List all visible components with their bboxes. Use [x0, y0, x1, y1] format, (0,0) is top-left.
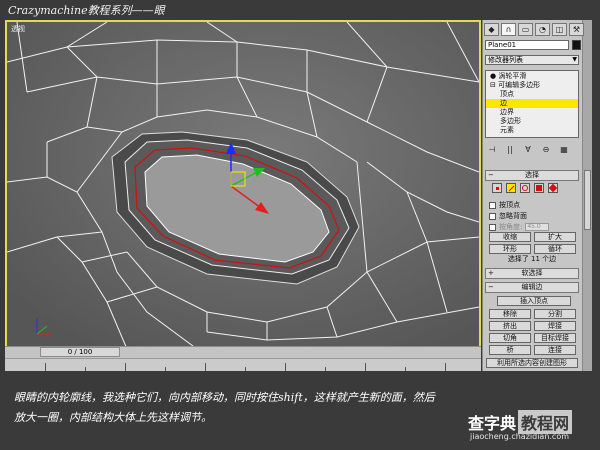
element-mode-icon[interactable]: [548, 183, 558, 193]
soft-selection-rollout-header[interactable]: + 软选择: [485, 268, 579, 279]
modify-tab-icon[interactable]: ∩: [501, 23, 516, 36]
pin-stack-icon[interactable]: ⊣: [486, 144, 498, 155]
panel-scrollbar[interactable]: [582, 20, 592, 371]
site-watermark: 查字典 教程网 jiaocheng.chazidian.com: [468, 410, 598, 448]
remove-modifier-icon[interactable]: ⊖: [540, 144, 552, 155]
ignore-backfacing-option[interactable]: 忽略背面: [489, 211, 527, 221]
polygon-mode-icon[interactable]: [534, 183, 544, 193]
watermark-logo: 查字典 教程网: [468, 410, 573, 434]
viewport-label: 透视: [11, 25, 25, 33]
object-name-field[interactable]: Plane01: [485, 40, 569, 50]
subobject-icons: [492, 183, 558, 193]
tutorial-title: Crazymachine教程系列——眼: [8, 4, 165, 17]
remove-button[interactable]: 移除: [489, 309, 531, 319]
loop-button[interactable]: 循环: [534, 244, 576, 254]
grow-button[interactable]: 扩大: [534, 232, 576, 242]
edge-mode-icon[interactable]: [506, 183, 516, 193]
object-color-swatch[interactable]: [572, 40, 581, 50]
stack-item-element[interactable]: 元素: [486, 126, 578, 135]
collapse-icon: −: [488, 283, 494, 291]
modifier-list-dropdown[interactable]: 修改器列表 ▼: [485, 55, 579, 65]
chamfer-button[interactable]: 切角: [489, 333, 531, 343]
stack-item-edge[interactable]: 边: [486, 99, 578, 108]
caption-line-1: 眼睛的内轮廓线，我选种它们，向内部移动，同时按住shift，这样就产生新的面，然…: [14, 391, 435, 404]
stack-item-polygon[interactable]: 多边形: [486, 117, 578, 126]
by-angle-option[interactable]: 按角度: 45.0: [489, 222, 550, 232]
connect-button[interactable]: 连接: [534, 345, 576, 355]
perspective-viewport[interactable]: 透视: [5, 20, 481, 351]
watermark-badge: 教程网: [518, 410, 573, 434]
target-weld-button[interactable]: 目标焊接: [534, 333, 576, 343]
by-vertex-option[interactable]: 按顶点: [489, 200, 520, 210]
motion-tab-icon[interactable]: ◔: [535, 23, 550, 36]
shrink-button[interactable]: 收缩: [489, 232, 531, 242]
modifier-stack[interactable]: ● 涡轮平滑 ⊟ 可编辑多边形 顶点 边 边界 多边形 元素: [485, 70, 579, 138]
create-tab-icon[interactable]: ◆: [484, 23, 499, 36]
stack-item-vertex[interactable]: 顶点: [486, 90, 578, 99]
vertex-mode-icon[interactable]: [492, 183, 502, 193]
stack-tools: ⊣ || ∀ ⊖ ▦: [486, 144, 570, 155]
watermark-url: jiaocheng.chazidian.com: [470, 432, 570, 441]
create-shape-button[interactable]: 利用所选内容创建图形: [486, 358, 578, 368]
ignore-backfacing-checkbox[interactable]: [489, 212, 496, 220]
split-button[interactable]: 分割: [534, 309, 576, 319]
make-unique-icon[interactable]: ∀: [522, 144, 534, 155]
selection-rollout-header[interactable]: − 选择: [485, 170, 579, 181]
stack-item-border[interactable]: 边界: [486, 108, 578, 117]
frame-counter[interactable]: 0 / 100: [40, 347, 120, 357]
show-end-result-icon[interactable]: ||: [504, 144, 516, 155]
track-bar-ruler[interactable]: [5, 358, 481, 371]
stack-item-turbosmooth[interactable]: ● 涡轮平滑: [486, 72, 578, 81]
border-mode-icon[interactable]: [520, 183, 530, 193]
command-panel-tabs: ◆ ∩ ▭ ◔ ◫ ⚒: [484, 23, 584, 37]
display-tab-icon[interactable]: ◫: [552, 23, 567, 36]
collapse-icon: −: [488, 171, 494, 179]
ring-button[interactable]: 环形: [489, 244, 531, 254]
edit-edges-rollout-header[interactable]: − 编辑边: [485, 282, 579, 293]
utilities-tab-icon[interactable]: ⚒: [569, 23, 584, 36]
configure-sets-icon[interactable]: ▦: [558, 144, 570, 155]
title-bar: Crazymachine教程系列——眼: [0, 0, 600, 20]
eye-mesh: [7, 22, 479, 349]
hierarchy-tab-icon[interactable]: ▭: [518, 23, 533, 36]
scroll-thumb[interactable]: [584, 170, 591, 230]
angle-spinner[interactable]: 45.0: [525, 223, 550, 231]
expand-icon: +: [488, 269, 494, 277]
weld-button[interactable]: 焊接: [534, 321, 576, 331]
bridge-button[interactable]: 桥: [489, 345, 531, 355]
chevron-down-icon: ▼: [572, 56, 577, 63]
selection-count: 选择了 11 个边: [507, 255, 557, 263]
extrude-button[interactable]: 挤出: [489, 321, 531, 331]
stack-item-editable-poly[interactable]: ⊟ 可编辑多边形: [486, 81, 578, 90]
by-angle-checkbox[interactable]: [489, 223, 496, 231]
insert-vertex-button[interactable]: 插入顶点: [497, 296, 571, 306]
modifier-list-label: 修改器列表: [488, 56, 523, 64]
by-vertex-checkbox[interactable]: [489, 201, 496, 209]
